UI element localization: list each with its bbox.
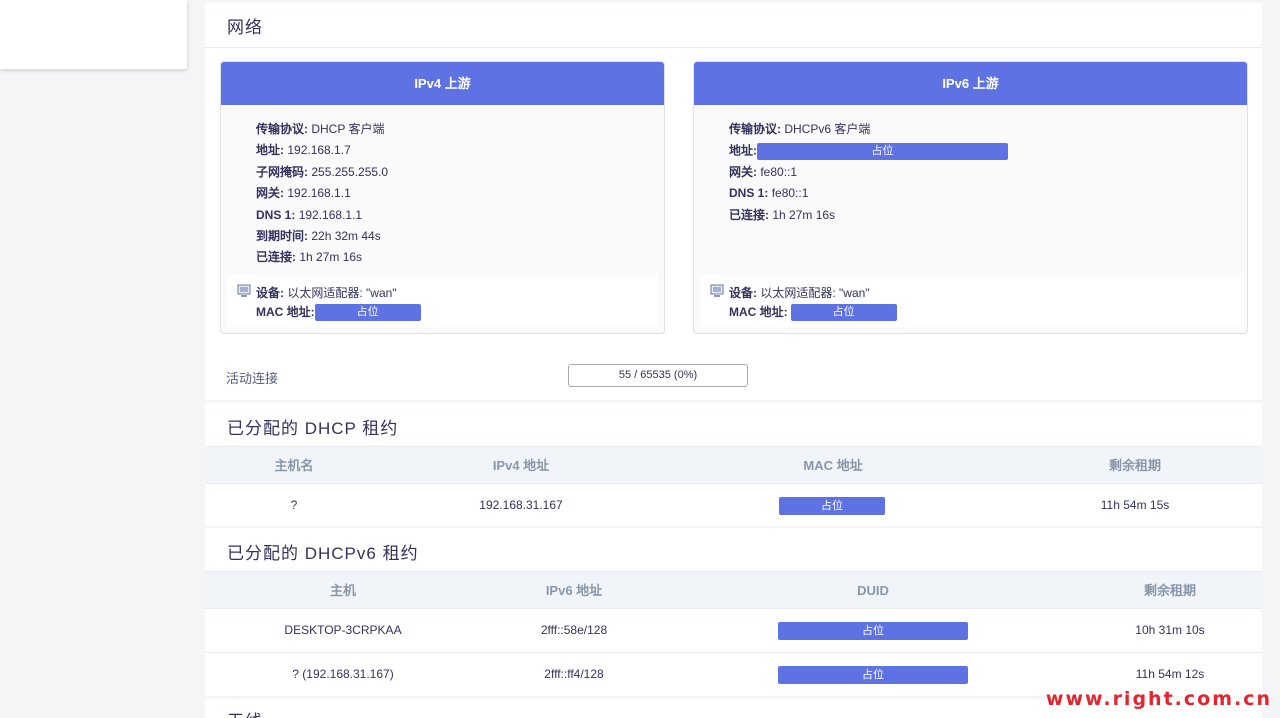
row-value: 192.168.1.1 [287, 186, 351, 201]
mac-placeholder: 占位 [779, 496, 885, 515]
ipv6-dns-row: DNS 1: fe80::1 [729, 186, 1008, 207]
row-value: 192.168.1.1 [298, 207, 363, 222]
cell-duid: 占位 [778, 609, 968, 651]
active-connections-value: 55 / 65535 (0%) [618, 369, 698, 381]
col-lease: 剩余租期 [1143, 583, 1197, 598]
ipv6-connected-row: 已连接: 1h 27m 16s [729, 208, 1008, 229]
cell-lease: 11h 54m 15s [1100, 498, 1170, 512]
row-key: DNS 1: [729, 186, 769, 201]
row-value: 192.168.1.7 [287, 143, 351, 158]
row-key: 已连接: [729, 207, 769, 222]
dhcp-leases-section: 已分配的 DHCP 租约 主机名 IPv4 地址 MAC 地址 剩余租期 ? 1… [205, 403, 1262, 526]
ipv4-device-line: 设备: 以太网适配器: "wan" [256, 284, 397, 301]
dhcp-leases-header: 主机名 IPv4 地址 MAC 地址 剩余租期 [205, 446, 1262, 483]
row-key: 传输协议: [729, 122, 781, 136]
row-key: DNS 1: [256, 207, 296, 222]
ipv6-device-line: 设备: 以太网适配器: "wan" [729, 284, 870, 301]
col-hostname: 主机名 [274, 458, 314, 473]
col-duid: DUID [857, 583, 889, 598]
network-title: 网络 [227, 18, 263, 37]
row-key: 网关: [729, 164, 757, 179]
ipv6-address-placeholder: 占位 [757, 143, 1008, 161]
cell-duid: 占位 [778, 653, 968, 695]
mac-placeholder: 占位 [790, 304, 897, 322]
ipv4-device-box: 设备: 以太网适配器: "wan" MAC 地址: 占位 [227, 275, 658, 327]
device-label: 设备: [729, 286, 757, 300]
ipv6-device-box: 设备: 以太网适配器: "wan" MAC 地址: 占位 [700, 275, 1241, 327]
cell-ip: 2fff::ff4/128 [544, 667, 604, 681]
row-value: fe80::1 [760, 164, 798, 179]
row-value: fe80::1 [771, 186, 809, 201]
col-ipv4: IPv4 地址 [492, 458, 550, 473]
ipv4-dns-row: DNS 1: 192.168.1.1 [256, 208, 388, 229]
row-key: 传输协议: [256, 122, 308, 136]
ipv4-connected-row: 已连接: 1h 27m 16s [256, 250, 388, 271]
cell-lease: 10h 31m 10s [1135, 623, 1205, 637]
cell-ip: 2fff::58e/128 [540, 623, 608, 637]
ipv6-mac-line: MAC 地址: 占位 [729, 303, 897, 322]
cell-mac: 占位 [779, 484, 885, 526]
col-lease: 剩余租期 [1108, 458, 1162, 473]
col-ipv6: IPv6 地址 [545, 583, 603, 598]
row-value: DHCP 客户端 [311, 122, 385, 136]
watermark: www.right.com.cn [1045, 688, 1272, 710]
ipv6-upstream-card: IPv6 上游 传输协议: DHCPv6 客户端 地址: 占位 网关: fe80:… [693, 61, 1248, 334]
row-key: 网关: [256, 186, 284, 201]
row-key: 到期时间: [256, 228, 308, 243]
mac-placeholder: 占位 [314, 304, 421, 322]
ipv6-upstream-header: IPv6 上游 [694, 62, 1247, 105]
row-value: 22h 32m 44s [311, 228, 381, 243]
ipv4-protocol-row: 传输协议: DHCP 客户端 [256, 122, 388, 143]
row-key: 子网掩码: [256, 164, 308, 179]
ipv6-protocol-row: 传输协议: DHCPv6 客户端 [729, 122, 1008, 143]
sidebar-card [0, 0, 187, 69]
cell-host: DESKTOP-3CRPKAA [284, 623, 402, 637]
mac-label: MAC 地址: [256, 305, 315, 319]
ipv4-netmask-row: 子网掩码: 255.255.255.0 [256, 165, 388, 186]
ipv6-info: 传输协议: DHCPv6 客户端 地址: 占位 网关: fe80::1 DNS 1… [729, 122, 1008, 229]
ipv4-upstream-card: IPv4 上游 传输协议: DHCP 客户端 地址: 192.168.1.7 子… [220, 61, 665, 334]
mac-label: MAC 地址: [729, 305, 788, 319]
ipv6-gateway-row: 网关: fe80::1 [729, 165, 1008, 186]
device-value: 以太网适配器: "wan" [287, 286, 397, 300]
cell-ip: 192.168.31.167 [479, 498, 563, 512]
duid-placeholder: 占位 [778, 621, 968, 640]
divider [205, 47, 1262, 48]
ipv4-mac-line: MAC 地址: 占位 [256, 303, 421, 322]
cell-host: ? (192.168.31.167) [292, 667, 394, 681]
ipv4-address-row: 地址: 192.168.1.7 [256, 143, 388, 164]
network-section: 网络 IPv4 上游 传输协议: DHCP 客户端 地址: 192.168.1.… [205, 3, 1262, 400]
dhcpv6-leases-header: 主机 IPv6 地址 DUID 剩余租期 [205, 571, 1262, 608]
wireless-title: 无线 [227, 707, 263, 718]
row-value: DHCPv6 客户端 [784, 122, 871, 136]
row-value: 255.255.255.0 [311, 164, 389, 179]
duid-placeholder: 占位 [778, 665, 968, 684]
row-value: 1h 27m 16s [299, 250, 363, 265]
table-row: ? 192.168.31.167 占位 11h 54m 15s [205, 483, 1262, 527]
dhcp-leases-title: 已分配的 DHCP 租约 [227, 419, 399, 438]
cell-host: ? [290, 498, 298, 512]
active-connections-progress: 55 / 65535 (0%) [568, 364, 748, 387]
device-value: 以太网适配器: "wan" [760, 286, 870, 300]
ipv4-expires-row: 到期时间: 22h 32m 44s [256, 229, 388, 250]
ipv4-upstream-header: IPv4 上游 [221, 62, 664, 105]
col-host: 主机 [329, 583, 357, 598]
ipv4-info: 传输协议: DHCP 客户端 地址: 192.168.1.7 子网掩码: 255… [256, 122, 388, 272]
active-connections-label: 活动连接 [226, 371, 279, 386]
col-mac: MAC 地址 [803, 458, 863, 473]
row-key: 地址: [729, 144, 757, 159]
dhcpv6-leases-title: 已分配的 DHCPv6 租约 [227, 544, 419, 563]
device-label: 设备: [256, 286, 284, 300]
row-key: 已连接: [256, 250, 296, 265]
table-row: DESKTOP-3CRPKAA 2fff::58e/128 占位 10h 31m… [205, 608, 1262, 652]
ethernet-icon [710, 284, 724, 297]
row-key: 地址: [256, 143, 284, 158]
ethernet-icon [237, 284, 251, 297]
dhcpv6-leases-section: 已分配的 DHCPv6 租约 主机 IPv6 地址 DUID 剩余租期 DESK… [205, 528, 1262, 696]
row-value: 1h 27m 16s [772, 207, 836, 222]
ipv4-gateway-row: 网关: 192.168.1.1 [256, 186, 388, 207]
ipv6-address-row: 地址: 占位 [729, 143, 1008, 164]
